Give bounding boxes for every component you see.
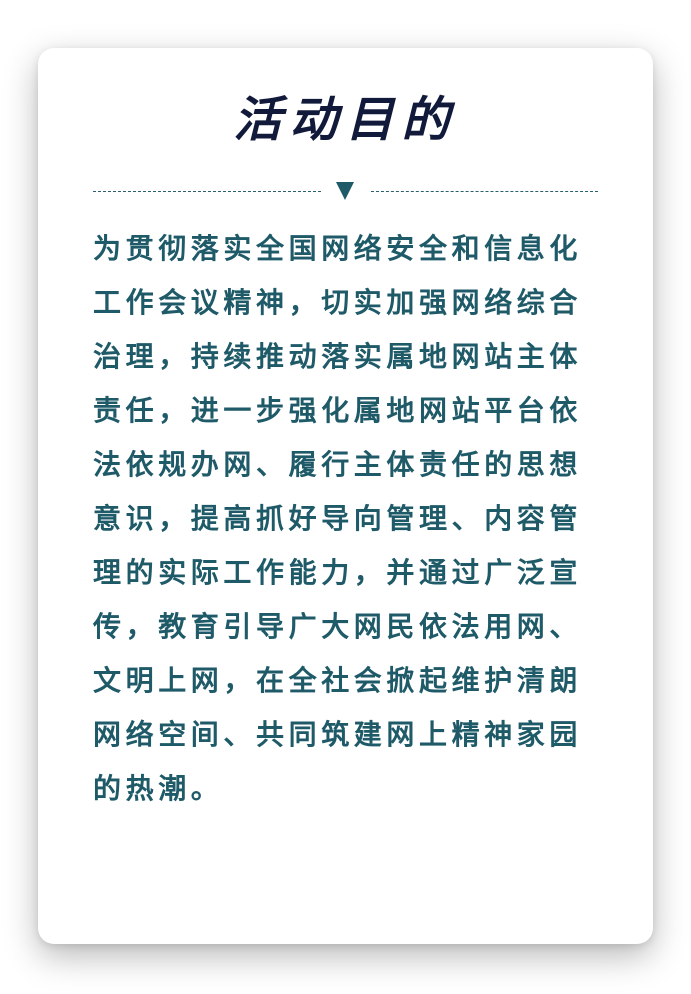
title-divider <box>93 178 598 206</box>
page: 活动目的 为贯彻落实全国网络安全和信息化工作会议精神，切实加强网络综合治理，持续… <box>0 0 691 994</box>
triangle-down-icon <box>336 182 354 200</box>
purpose-paragraph: 为贯彻落实全国网络安全和信息化工作会议精神，切实加强网络综合治理，持续推动落实属… <box>93 232 583 805</box>
card-title: 活动目的 <box>233 92 458 148</box>
divider-line-right <box>371 191 598 192</box>
divider-line-left <box>93 191 321 192</box>
